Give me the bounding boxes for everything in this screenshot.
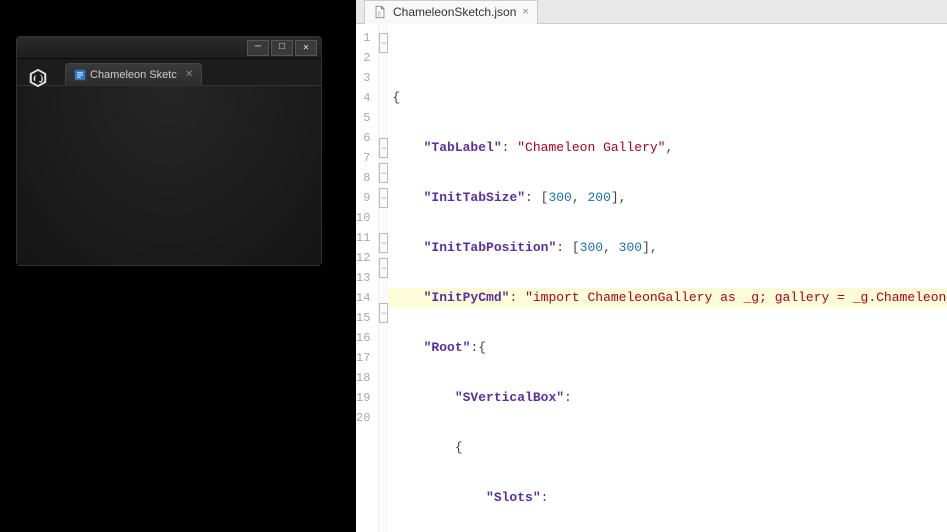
fold-gutter: − − − − − − − — [379, 24, 388, 532]
editor-body[interactable]: 1234567891011121314151617181920 −−−−−−− … — [356, 24, 947, 532]
line-number: 4 — [356, 88, 370, 108]
line-number: 20 — [356, 408, 370, 428]
unreal-tab-label: Chameleon Sketc — [90, 69, 177, 81]
unreal-window: ─ □ ✕ Chameleon Sketc ✕ — [16, 36, 322, 266]
fold-toggle-icon[interactable]: − — [379, 303, 388, 323]
unreal-tab-chameleon[interactable]: Chameleon Sketc ✕ — [65, 63, 202, 85]
unreal-titlebar[interactable]: ─ □ ✕ — [17, 37, 321, 59]
line-number: 8 — [356, 168, 370, 188]
unreal-logo-icon — [25, 65, 51, 91]
line-number: 7 — [356, 148, 370, 168]
fold-toggle-icon[interactable]: − — [379, 188, 388, 208]
fold-toggle-icon[interactable]: − — [379, 233, 388, 253]
close-icon[interactable]: ✕ — [185, 69, 193, 80]
close-button[interactable]: ✕ — [295, 40, 317, 56]
json-file-icon: {} — [373, 5, 387, 19]
line-number: 5 — [356, 108, 370, 128]
line-number: 1 — [356, 28, 370, 48]
line-number: 9 — [356, 188, 370, 208]
line-number: 3 — [356, 68, 370, 88]
line-number: 11 — [356, 228, 370, 248]
line-number: 15 — [356, 308, 370, 328]
fold-toggle-icon[interactable]: − — [379, 33, 388, 53]
svg-text:{}: {} — [377, 12, 381, 18]
line-number: 12 — [356, 248, 370, 268]
blueprint-icon — [74, 69, 86, 81]
line-number: 13 — [356, 268, 370, 288]
line-number: 17 — [356, 348, 370, 368]
code-area[interactable]: { "TabLabel": "Chameleon Gallery", "Init… — [388, 24, 947, 532]
line-number: 14 — [356, 288, 370, 308]
code-editor-panel: {} ChameleonSketch.json × 12345678910111… — [356, 0, 947, 532]
line-number: 2 — [356, 48, 370, 68]
unreal-tabbar: Chameleon Sketc ✕ — [17, 59, 321, 85]
editor-tabbar: {} ChameleonSketch.json × — [356, 0, 947, 24]
fold-toggle-icon[interactable]: − — [379, 258, 388, 278]
line-number-gutter: 1234567891011121314151617181920 — [356, 24, 379, 532]
unreal-content-area[interactable] — [17, 85, 321, 265]
line-number: 10 — [356, 208, 370, 228]
editor-tab-file[interactable]: {} ChameleonSketch.json × — [364, 0, 538, 24]
unreal-preview-panel: ─ □ ✕ Chameleon Sketc ✕ — [0, 0, 356, 532]
maximize-button[interactable]: □ — [271, 40, 293, 56]
line-number: 19 — [356, 388, 370, 408]
fold-toggle-icon[interactable]: − — [379, 138, 388, 158]
close-icon[interactable]: × — [522, 6, 528, 18]
minimize-button[interactable]: ─ — [247, 40, 269, 56]
line-number: 16 — [356, 328, 370, 348]
fold-toggle-icon[interactable]: − — [379, 163, 388, 183]
line-number: 18 — [356, 368, 370, 388]
editor-tab-filename: ChameleonSketch.json — [393, 5, 516, 19]
line-number: 6 — [356, 128, 370, 148]
